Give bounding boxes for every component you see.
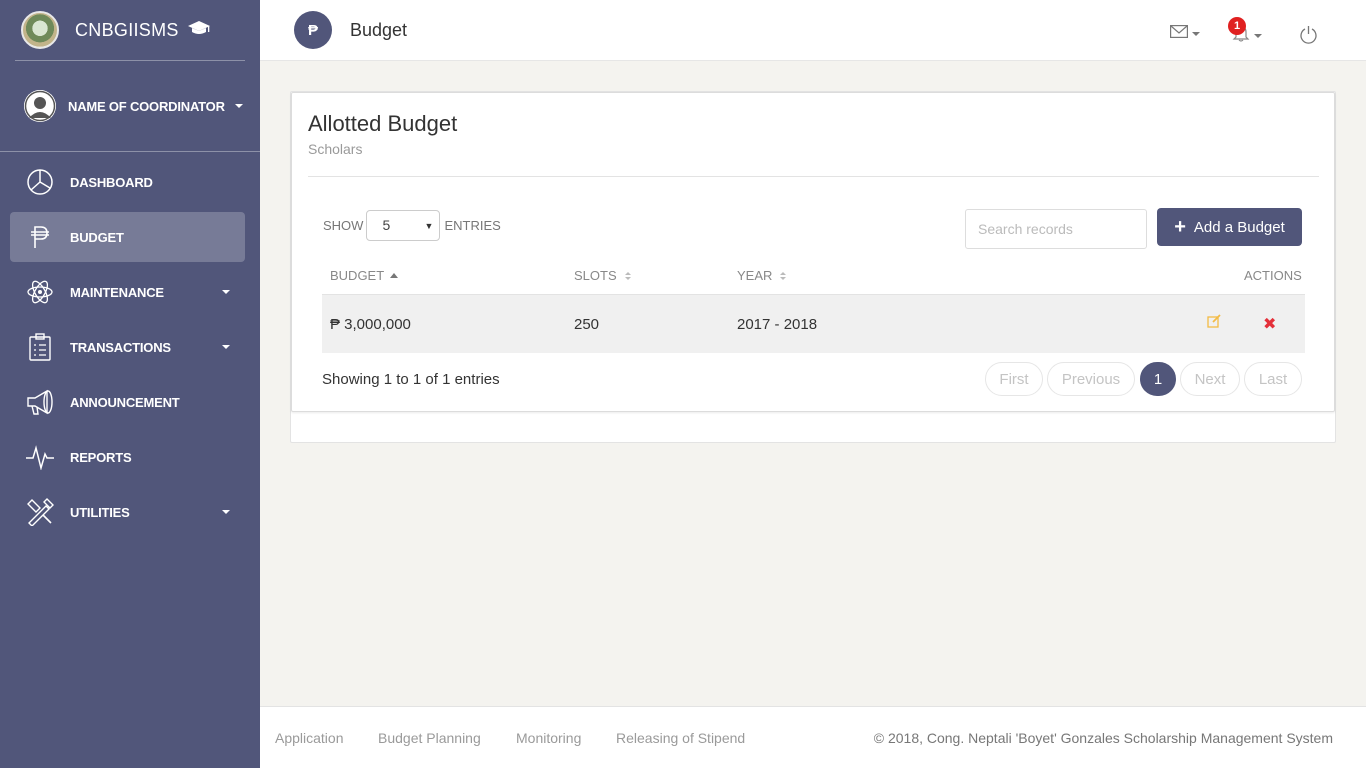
chevron-down-icon xyxy=(222,290,230,294)
sidebar-item-transactions[interactable]: TRANSACTIONS xyxy=(10,322,245,372)
graduation-cap-icon xyxy=(187,20,211,41)
cell-slots: 250 xyxy=(574,316,600,333)
sidebar-item-label: MAINTENANCE xyxy=(70,284,164,300)
column-header-budget[interactable]: BUDGET xyxy=(330,268,399,283)
pagination-last[interactable]: Last xyxy=(1244,362,1302,396)
megaphone-icon xyxy=(25,387,55,417)
add-budget-button[interactable]: + Add a Budget xyxy=(1157,208,1302,246)
column-header-label: YEAR xyxy=(737,268,773,283)
sidebar-item-dashboard[interactable]: DASHBOARD xyxy=(10,157,245,207)
dropdown-arrow-icon: ▼ xyxy=(424,221,434,231)
sort-ascending-icon xyxy=(390,273,399,278)
sort-icon xyxy=(780,271,787,280)
user-menu[interactable]: NAME OF COORDINATOR xyxy=(0,61,260,152)
sidebar-item-utilities[interactable]: UTILITIES xyxy=(10,487,245,537)
chevron-down-icon xyxy=(222,345,230,349)
sidebar-item-label: ANNOUNCEMENT xyxy=(70,394,180,410)
envelope-icon xyxy=(1170,25,1188,43)
show-label: SHOW xyxy=(323,218,364,233)
cell-budget: ₱ 3,000,000 xyxy=(330,316,411,333)
footer-link-budget-planning[interactable]: Budget Planning xyxy=(378,730,481,746)
sidebar: CNBGIISMS NAME OF COORDINATOR DASHBOARD … xyxy=(0,0,260,768)
chevron-down-icon xyxy=(222,510,230,514)
peso-icon xyxy=(25,222,55,252)
entries-select[interactable]: 5 ▼ xyxy=(366,210,441,241)
footer: Application Budget Planning Monitoring R… xyxy=(260,706,1366,768)
messages-dropdown[interactable] xyxy=(1170,25,1200,43)
pagination-page-1[interactable]: 1 xyxy=(1140,362,1176,396)
chevron-down-icon xyxy=(1192,32,1200,36)
divider xyxy=(308,176,1319,177)
pie-chart-icon xyxy=(25,167,55,197)
sidebar-item-announcement[interactable]: ANNOUNCEMENT xyxy=(10,377,245,427)
power-icon xyxy=(1299,26,1318,48)
column-header-year[interactable]: YEAR xyxy=(737,268,787,283)
user-name: NAME OF COORDINATOR xyxy=(68,98,225,114)
footer-link-releasing-of-stipend[interactable]: Releasing of Stipend xyxy=(616,730,745,746)
logout-button[interactable] xyxy=(1299,25,1318,49)
sidebar-item-label: UTILITIES xyxy=(70,504,130,520)
budget-card: Allotted Budget Scholars SHOW 5 ▼ ENTRIE… xyxy=(291,92,1335,412)
brand-logo xyxy=(21,11,59,49)
card-title: Allotted Budget xyxy=(308,111,458,136)
sort-icon xyxy=(624,271,631,280)
column-header-label: ACTIONS xyxy=(1244,268,1302,283)
chevron-down-icon xyxy=(234,104,243,108)
atom-icon xyxy=(25,277,55,307)
sidebar-item-maintenance[interactable]: MAINTENANCE xyxy=(10,267,245,317)
delete-icon[interactable]: ✖ xyxy=(1263,314,1276,334)
search-input[interactable] xyxy=(965,209,1147,249)
add-budget-label: Add a Budget xyxy=(1193,218,1285,236)
column-header-label: SLOTS xyxy=(574,268,617,283)
card-subtitle: Scholars xyxy=(308,141,363,157)
column-header-actions: ACTIONS xyxy=(1244,268,1302,283)
notification-badge: 1 xyxy=(1228,17,1246,35)
sidebar-item-label: REPORTS xyxy=(70,449,132,465)
top-navbar: ₱ Budget 1 xyxy=(260,0,1366,61)
page-length-control: SHOW 5 ▼ ENTRIES xyxy=(323,210,501,241)
sidebar-item-reports[interactable]: REPORTS xyxy=(10,432,245,482)
tools-icon xyxy=(25,497,55,527)
column-header-slots[interactable]: SLOTS xyxy=(574,268,631,283)
chevron-down-icon xyxy=(1254,33,1262,38)
sidebar-item-label: TRANSACTIONS xyxy=(70,339,171,355)
edit-icon[interactable] xyxy=(1207,314,1221,333)
pulse-icon xyxy=(25,442,55,472)
copyright: © 2018, Cong. Neptali 'Boyet' Gonzales S… xyxy=(873,730,1333,746)
footer-link-monitoring[interactable]: Monitoring xyxy=(516,730,581,746)
page-title: Budget xyxy=(350,20,408,40)
clipboard-icon xyxy=(25,332,55,362)
table-info: Showing 1 to 1 of 1 entries xyxy=(322,371,500,388)
cell-year: 2017 - 2018 xyxy=(737,316,818,333)
entries-value: 5 xyxy=(382,217,391,233)
brand-name: CNBGIISMS xyxy=(75,19,179,40)
sidebar-nav: DASHBOARD BUDGET MAINTENANCE TRANSACTION… xyxy=(10,157,245,542)
pagination-first[interactable]: First xyxy=(985,362,1043,396)
pagination-next[interactable]: Next xyxy=(1180,362,1240,396)
sidebar-item-budget[interactable]: BUDGET xyxy=(10,212,245,262)
column-header-label: BUDGET xyxy=(330,268,385,283)
footer-link-application[interactable]: Application xyxy=(275,730,344,746)
pagination-previous[interactable]: Previous xyxy=(1047,362,1135,396)
plus-icon: + xyxy=(1174,216,1186,238)
entries-label: ENTRIES xyxy=(444,218,501,233)
sidebar-item-label: DASHBOARD xyxy=(70,174,153,190)
table-row: ₱ 3,000,000 250 2017 - 2018 ✖ xyxy=(322,294,1305,353)
brand[interactable]: CNBGIISMS xyxy=(15,0,245,61)
sidebar-item-label: BUDGET xyxy=(70,229,124,245)
user-avatar-icon xyxy=(24,90,56,122)
peso-badge-icon: ₱ xyxy=(294,11,332,49)
